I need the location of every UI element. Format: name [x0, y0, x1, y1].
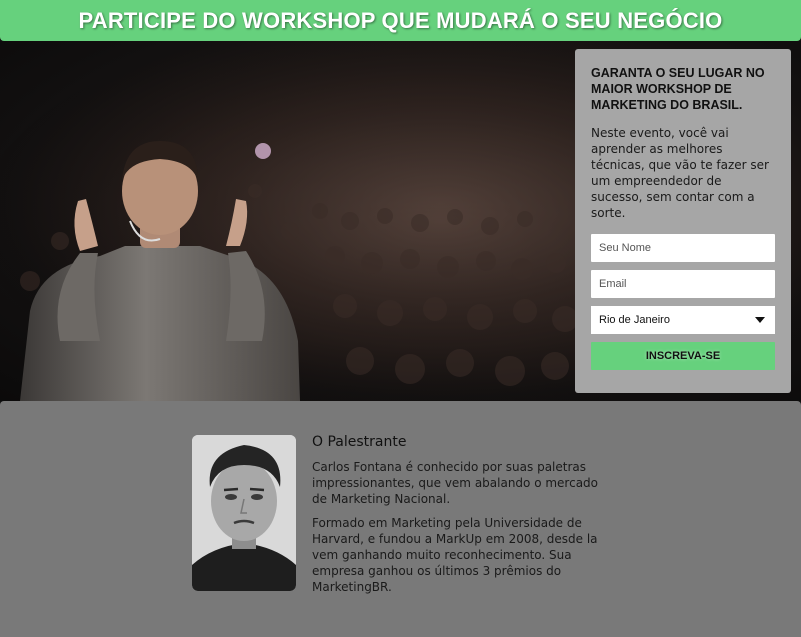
email-input[interactable] — [591, 270, 775, 298]
stage-light — [255, 143, 271, 159]
speaker-bio-paragraph-1: Carlos Fontana é conhecido por suas pale… — [312, 460, 599, 506]
form-description: Neste evento, você vai aprender as melho… — [591, 126, 769, 220]
chevron-down-icon — [755, 317, 765, 323]
speaker-bio-paragraph-2: Formado em Marketing pela Universidade d… — [312, 516, 598, 594]
name-input[interactable] — [591, 234, 775, 262]
page-title: PARTICIPE DO WORKSHOP QUE MUDARÁ O SEU N… — [78, 7, 723, 33]
speaker-bio: O Palestrante Carlos Fontana é conhecido… — [312, 434, 612, 603]
subscribe-button[interactable]: INSCREVA-SE — [591, 342, 775, 370]
speaker-section: O Palestrante Carlos Fontana é conhecido… — [0, 401, 801, 637]
city-select[interactable]: Rio de Janeiro — [591, 306, 775, 334]
speaker-heading: O Palestrante — [312, 434, 407, 450]
signup-form-card: GARANTA O SEU LUGAR NO MAIOR WORKSHOP DE… — [575, 49, 791, 393]
speaker-photo — [192, 435, 296, 591]
speaker-portrait-illustration — [192, 435, 296, 591]
top-banner: PARTICIPE DO WORKSHOP QUE MUDARÁ O SEU N… — [0, 0, 801, 41]
city-select-value: Rio de Janeiro — [599, 314, 670, 326]
form-title: GARANTA O SEU LUGAR NO MAIOR WORKSHOP DE… — [591, 66, 765, 112]
